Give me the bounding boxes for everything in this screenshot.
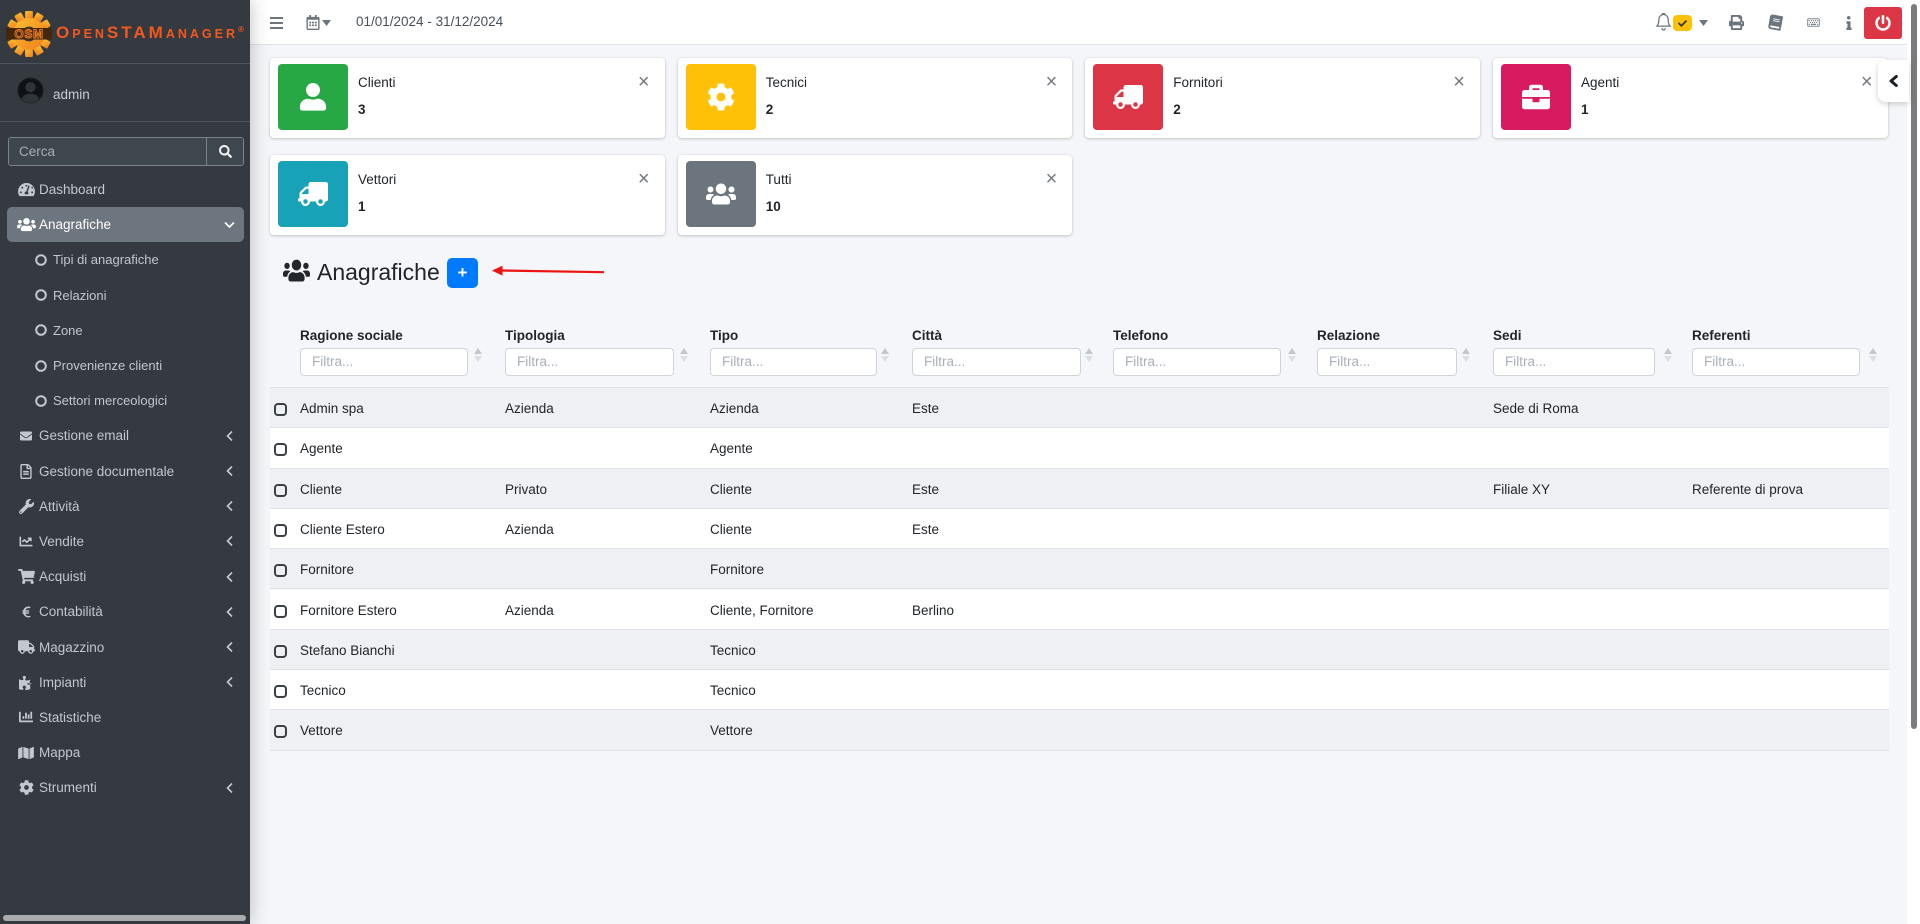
svg-text:OSM: OSM: [14, 27, 43, 41]
